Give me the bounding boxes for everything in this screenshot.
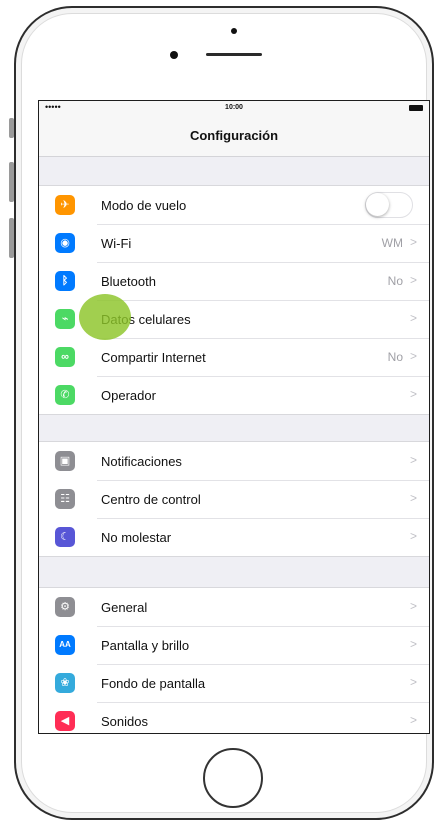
row-label: Sonidos bbox=[101, 714, 148, 729]
chevron-right-icon: > bbox=[409, 491, 417, 505]
row-label: Bluetooth bbox=[101, 274, 156, 289]
wallpaper-icon: ❀ bbox=[55, 673, 75, 693]
moon-icon: ☾ bbox=[55, 527, 75, 547]
earpiece-speaker bbox=[206, 53, 262, 56]
settings-group-general: ⚙ General > AA Pantalla y brillo > ❀ Fon… bbox=[39, 587, 429, 733]
row-label: General bbox=[101, 600, 148, 615]
settings-row-sounds[interactable]: ◀ Sonidos > bbox=[39, 702, 429, 733]
chevron-right-icon: > bbox=[409, 311, 417, 325]
settings-row-hotspot[interactable]: ∞ Compartir Internet No > bbox=[39, 338, 429, 376]
chevron-right-icon: > bbox=[409, 599, 417, 613]
airplane-icon: ✈ bbox=[55, 195, 75, 215]
settings-row-display[interactable]: AA Pantalla y brillo > bbox=[39, 626, 429, 664]
chevron-right-icon: > bbox=[409, 235, 417, 249]
proximity-sensor bbox=[231, 28, 237, 34]
touch-indicator bbox=[79, 294, 131, 340]
wifi-icon: ◉ bbox=[55, 233, 75, 253]
row-label: Compartir Internet bbox=[101, 350, 206, 365]
hotspot-icon: ∞ bbox=[55, 347, 75, 367]
home-button[interactable] bbox=[203, 748, 263, 808]
row-label: Fondo de pantalla bbox=[101, 676, 206, 691]
display-icon: AA bbox=[55, 635, 75, 655]
settings-group-system: ▣ Notificaciones > ☷ Centro de control >… bbox=[39, 441, 429, 557]
row-detail: No bbox=[387, 350, 403, 364]
chevron-right-icon: > bbox=[409, 453, 417, 467]
settings-row-wallpaper[interactable]: ❀ Fondo de pantalla > bbox=[39, 664, 429, 702]
settings-row-control-center[interactable]: ☷ Centro de control > bbox=[39, 480, 429, 518]
settings-row-do-not-disturb[interactable]: ☾ No molestar > bbox=[39, 518, 429, 556]
chevron-right-icon: > bbox=[409, 637, 417, 651]
bluetooth-icon: ᛒ bbox=[55, 271, 75, 291]
row-label: Modo de vuelo bbox=[101, 198, 187, 213]
notifications-icon: ▣ bbox=[55, 451, 75, 471]
settings-row-notifications[interactable]: ▣ Notificaciones > bbox=[39, 442, 429, 480]
status-bar: ••••• 10:00 bbox=[39, 101, 429, 115]
battery-icon bbox=[409, 105, 423, 111]
navigation-bar: Configuración bbox=[39, 115, 429, 157]
status-time: 10:00 bbox=[225, 104, 243, 111]
phone-icon: ✆ bbox=[55, 385, 75, 405]
chevron-right-icon: > bbox=[409, 713, 417, 727]
page-title: Configuración bbox=[189, 128, 279, 143]
chevron-right-icon: > bbox=[409, 349, 417, 363]
row-label: Notificaciones bbox=[101, 454, 182, 469]
chevron-right-icon: > bbox=[409, 387, 417, 401]
settings-row-airplane-mode[interactable]: ✈ Modo de vuelo bbox=[39, 186, 429, 224]
front-camera bbox=[170, 51, 178, 59]
settings-row-wifi[interactable]: ◉ Wi-Fi WM > bbox=[39, 224, 429, 262]
mute-switch bbox=[9, 118, 14, 138]
cellular-icon: ⌁ bbox=[55, 309, 75, 329]
volume-up-button bbox=[9, 162, 14, 202]
toggle-knob bbox=[366, 193, 389, 216]
settings-row-carrier[interactable]: ✆ Operador > bbox=[39, 376, 429, 414]
sounds-icon: ◀ bbox=[55, 711, 75, 731]
row-label: Pantalla y brillo bbox=[101, 638, 190, 653]
chevron-right-icon: > bbox=[409, 273, 417, 287]
row-label: Wi-Fi bbox=[101, 236, 132, 251]
row-label: No molestar bbox=[101, 530, 172, 545]
settings-row-general[interactable]: ⚙ General > bbox=[39, 588, 429, 626]
control-center-icon: ☷ bbox=[55, 489, 75, 509]
gear-icon: ⚙ bbox=[55, 597, 75, 617]
volume-down-button bbox=[9, 218, 14, 258]
chevron-right-icon: > bbox=[409, 675, 417, 689]
airplane-mode-toggle[interactable] bbox=[365, 192, 413, 218]
row-detail: WM bbox=[381, 236, 403, 250]
screen: ••••• 10:00 Configuración ✈ Modo de vuel… bbox=[38, 100, 430, 734]
chevron-right-icon: > bbox=[409, 529, 417, 543]
row-label: Operador bbox=[101, 388, 156, 403]
row-label: Centro de control bbox=[101, 492, 201, 507]
row-detail: No bbox=[387, 274, 403, 288]
